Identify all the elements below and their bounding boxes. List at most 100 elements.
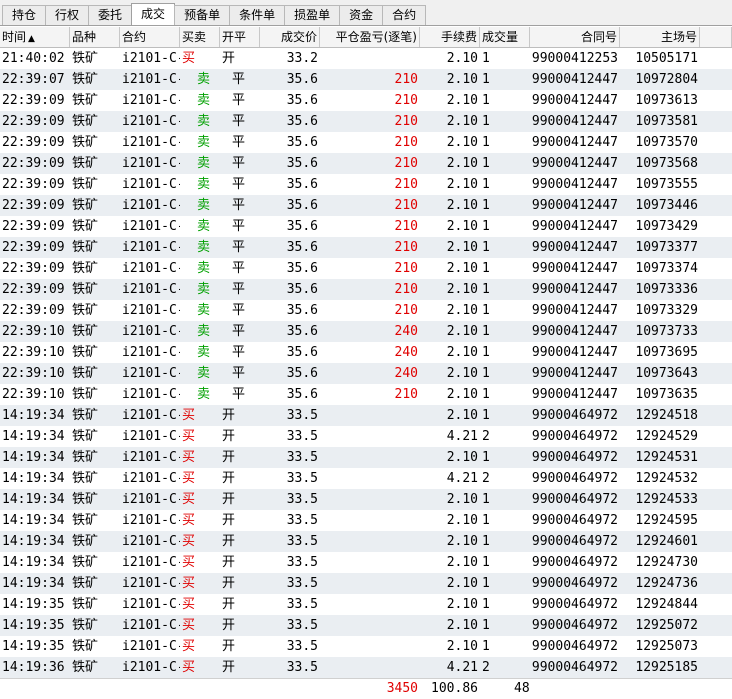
cell-fee: 2.10 [446, 513, 478, 528]
table-row[interactable]: 22:39:09 铁矿 i2101-C- 卖 平 35.6 210 2.10 1 99000412… [0, 111, 732, 132]
table-row[interactable]: 22:39:09 铁矿 i2101-C- 卖 平 35.6 210 2.10 1 99000412… [0, 216, 732, 237]
table-row[interactable]: 22:39:09 铁矿 i2101-C- 卖 平 35.6 210 2.10 1 99000412… [0, 90, 732, 111]
cell-contract: i2101-C- [122, 387, 180, 402]
table-row[interactable]: 22:39:10 铁矿 i2101-C- 卖 平 35.6 240 2.10 1 99000412… [0, 321, 732, 342]
cell-close-profit [320, 657, 420, 678]
table-row[interactable]: 14:19:34 铁矿 i2101-C- 买 开 33.5 4.21 2 99000464972… [0, 426, 732, 447]
cell-exchange-no: 12925073 [635, 639, 698, 654]
cell-open-close: 平 [232, 135, 246, 150]
tab-funds[interactable]: 资金 [339, 5, 384, 25]
cell-fee: 2.10 [446, 156, 478, 171]
cell-price: 35.6 [286, 324, 318, 339]
cell-price: 35.6 [286, 240, 318, 255]
column-header-contract[interactable]: 合约 [120, 27, 180, 47]
cell-price: 33.5 [286, 639, 318, 654]
cell-order-no: 99000464972 [531, 555, 618, 570]
table-row[interactable]: 22:39:09 铁矿 i2101-C- 卖 平 35.6 210 2.10 1 99000412… [0, 258, 732, 279]
cell-fee: 2.10 [446, 282, 478, 297]
column-header-side[interactable]: 买卖 [180, 27, 220, 47]
cell-fee: 2.10 [446, 93, 478, 108]
table-row[interactable]: 22:39:10 铁矿 i2101-C- 卖 平 35.6 240 2.10 1 99000412… [0, 363, 732, 384]
table-row[interactable]: 14:19:34 铁矿 i2101-C- 买 开 33.5 2.10 1 99000464972… [0, 552, 732, 573]
cell-filler [700, 594, 732, 615]
tab-positions[interactable]: 持仓 [2, 5, 47, 25]
column-header-open-close[interactable]: 开平 [220, 27, 260, 47]
table-row[interactable]: 14:19:34 铁矿 i2101-C- 买 开 33.5 2.10 1 99000464972… [0, 405, 732, 426]
totals-row: 3450 100.86 48 [0, 678, 732, 699]
column-header-time[interactable]: 时间 ▲ [0, 27, 70, 47]
cell-time: 14:19:34 [2, 534, 65, 549]
cell-time: 14:19:34 [2, 513, 65, 528]
table-row[interactable]: 14:19:35 铁矿 i2101-C- 买 开 33.5 2.10 1 99000464972… [0, 636, 732, 657]
column-header-order-no[interactable]: 合同号 [530, 27, 620, 47]
table-row[interactable]: 14:19:34 铁矿 i2101-C- 买 开 33.5 2.10 1 99000464972… [0, 531, 732, 552]
table-row[interactable]: 22:39:09 铁矿 i2101-C- 卖 平 35.6 210 2.10 1 99000412… [0, 195, 732, 216]
cell-fee: 2.10 [446, 324, 478, 339]
table-row[interactable]: 22:39:10 铁矿 i2101-C- 卖 平 35.6 210 2.10 1 99000412… [0, 384, 732, 405]
table-row[interactable]: 14:19:36 铁矿 i2101-C- 买 开 33.5 4.21 2 99000464972… [0, 657, 732, 678]
column-header-product[interactable]: 品种 [70, 27, 120, 47]
cell-filler [700, 468, 732, 489]
tab-contracts[interactable]: 合约 [382, 5, 427, 25]
cell-fee: 4.21 [446, 429, 478, 444]
cell-close-profit [320, 636, 420, 657]
cell-fee: 2.10 [446, 303, 478, 318]
cell-fee: 2.10 [446, 261, 478, 276]
column-header-exchange-no[interactable]: 主场号 [620, 27, 700, 47]
table-row[interactable]: 14:19:34 铁矿 i2101-C- 买 开 33.5 2.10 1 99000464972… [0, 510, 732, 531]
cell-close-profit: 240 [394, 324, 418, 339]
table-row[interactable]: 22:39:10 铁矿 i2101-C- 卖 平 35.6 240 2.10 1 99000412… [0, 342, 732, 363]
cell-open-close: 平 [232, 198, 246, 213]
tab-orders[interactable]: 委托 [88, 5, 133, 25]
table-row[interactable]: 14:19:34 铁矿 i2101-C- 买 开 33.5 2.10 1 99000464972… [0, 447, 732, 468]
table-row[interactable]: 22:39:09 铁矿 i2101-C- 卖 平 35.6 210 2.10 1 99000412… [0, 279, 732, 300]
column-header-price[interactable]: 成交价 [260, 27, 320, 47]
tab-conditional-orders[interactable]: 条件单 [229, 5, 286, 25]
table-row[interactable]: 14:19:34 铁矿 i2101-C- 买 开 33.5 2.10 1 99000464972… [0, 489, 732, 510]
cell-close-profit [320, 573, 420, 594]
table-row[interactable]: 14:19:35 铁矿 i2101-C- 买 开 33.5 2.10 1 99000464972… [0, 594, 732, 615]
cell-exchange-no: 10973336 [635, 282, 698, 297]
cell-price: 35.6 [286, 135, 318, 150]
tab-stop-orders[interactable]: 损盈单 [284, 5, 341, 25]
cell-contract: i2101-C- [122, 135, 180, 150]
cell-side: 卖 [197, 114, 211, 129]
column-header-fee[interactable]: 手续费 [420, 27, 480, 47]
cell-side: 卖 [197, 72, 211, 87]
cell-contract: i2101-C- [122, 597, 180, 612]
table-row[interactable]: 22:39:09 铁矿 i2101-C- 卖 平 35.6 210 2.10 1 99000412… [0, 300, 732, 321]
cell-close-profit: 210 [394, 156, 418, 171]
column-header-close-profit[interactable]: 平仓盈亏(逐笔) [320, 27, 420, 47]
cell-open-close: 开 [222, 450, 236, 465]
cell-exchange-no: 10973555 [635, 177, 698, 192]
cell-volume: 1 [482, 177, 490, 192]
cell-time: 22:39:10 [2, 345, 65, 360]
table-row[interactable]: 22:39:09 铁矿 i2101-C- 卖 平 35.6 210 2.10 1 99000412… [0, 132, 732, 153]
cell-product: 铁矿 [72, 450, 99, 465]
table-row[interactable]: 22:39:09 铁矿 i2101-C- 卖 平 35.6 210 2.10 1 99000412… [0, 153, 732, 174]
cell-open-close: 平 [232, 261, 246, 276]
cell-contract: i2101-C- [122, 429, 180, 444]
cell-volume: 2 [482, 471, 490, 486]
cell-filler [700, 552, 732, 573]
table-row[interactable]: 14:19:34 铁矿 i2101-C- 买 开 33.5 2.10 1 99000464972… [0, 573, 732, 594]
cell-product: 铁矿 [72, 387, 99, 402]
tab-trades[interactable]: 成交 [131, 3, 176, 25]
table-row[interactable]: 22:39:07 铁矿 i2101-C- 卖 平 35.6 210 2.10 1 99000412… [0, 69, 732, 90]
tab-exercise[interactable]: 行权 [45, 5, 90, 25]
cell-order-no: 99000412447 [531, 156, 618, 171]
cell-product: 铁矿 [72, 471, 99, 486]
tab-prepared-orders[interactable]: 预备单 [174, 5, 231, 25]
cell-volume: 1 [482, 198, 490, 213]
column-header-volume[interactable]: 成交量 [480, 27, 530, 47]
cell-product: 铁矿 [72, 429, 99, 444]
cell-volume: 1 [482, 135, 490, 150]
table-row[interactable]: 22:39:09 铁矿 i2101-C- 卖 平 35.6 210 2.10 1 99000412… [0, 174, 732, 195]
table-row[interactable]: 14:19:34 铁矿 i2101-C- 买 开 33.5 4.21 2 99000464972… [0, 468, 732, 489]
table-row[interactable]: 21:40:02 铁矿 i2101-C- 买 开 33.2 2.10 1 99000412253… [0, 48, 732, 69]
cell-side: 卖 [197, 366, 211, 381]
cell-close-profit: 210 [394, 219, 418, 234]
table-row[interactable]: 14:19:35 铁矿 i2101-C- 买 开 33.5 2.10 1 99000464972… [0, 615, 732, 636]
table-row[interactable]: 22:39:09 铁矿 i2101-C- 卖 平 35.6 210 2.10 1 99000412… [0, 237, 732, 258]
cell-exchange-no: 10973377 [635, 240, 698, 255]
